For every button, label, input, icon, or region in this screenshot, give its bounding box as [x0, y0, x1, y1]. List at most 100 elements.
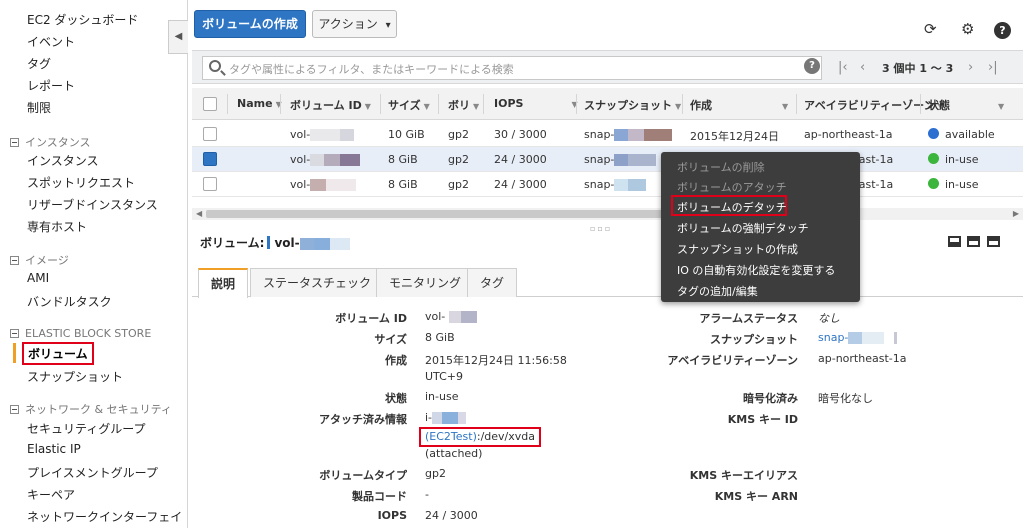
product-code-value: -	[425, 488, 429, 501]
sidebar-item-snapshots[interactable]: スナップショット	[27, 368, 123, 385]
created-label: 作成	[385, 354, 407, 367]
tab-status-checks[interactable]: ステータスチェック	[250, 268, 385, 297]
select-all-checkbox[interactable]	[203, 97, 217, 111]
kms-key-arn-label: KMS キー ARN	[714, 490, 798, 503]
sidebar-item-placement-groups[interactable]: プレイスメントグループ	[27, 464, 158, 481]
filter-bar: タグや属性によるフィルタ、またはキーワードによる検索 ? |‹ ‹ 3 個中 1…	[192, 50, 1023, 84]
sidebar-item-reports[interactable]: レポート	[27, 77, 75, 94]
iops-cell: 24 / 3000	[494, 153, 547, 166]
sidebar-group-images[interactable]: イメージ	[10, 252, 69, 268]
sidebar-group-ebs[interactable]: ELASTIC BLOCK STORE	[10, 327, 151, 340]
actions-button[interactable]: アクション ▾	[312, 10, 397, 38]
attached-instance-link[interactable]: (EC2Test)	[425, 430, 477, 443]
menu-item-delete-volume[interactable]: ボリュームの削除	[677, 159, 765, 175]
attachment-detail[interactable]: (EC2Test):/dev/xvda	[419, 427, 541, 447]
column-iops[interactable]: IOPS ▼	[494, 97, 578, 110]
sidebar-item-ec2-dashboard[interactable]: EC2 ダッシュボード	[27, 11, 138, 28]
az-cell: ap-northeast-1a	[804, 128, 893, 141]
prev-page-icon[interactable]: ‹	[860, 60, 865, 75]
tab-tags[interactable]: タグ	[467, 268, 518, 297]
menu-item-add-edit-tags[interactable]: タグの追加/編集	[677, 283, 758, 299]
sidebar-group-instances[interactable]: インスタンス	[10, 134, 91, 150]
search-input[interactable]: タグや属性によるフィルタ、またはキーワードによる検索	[202, 56, 822, 80]
sidebar-item-instances[interactable]: インスタンス	[27, 152, 99, 169]
menu-item-force-detach-volume[interactable]: ボリュームの強制デタッチ	[677, 220, 809, 236]
panel-split-icon[interactable]	[967, 236, 980, 247]
volume-type-value: gp2	[425, 467, 446, 480]
last-page-icon[interactable]: ›|	[988, 60, 998, 75]
created-tz: UTC+9	[425, 370, 464, 383]
sidebar-item-key-pairs[interactable]: キーペア	[27, 486, 75, 503]
sidebar-item-dedicated-hosts[interactable]: 専有ホスト	[27, 218, 87, 235]
scroll-left-icon[interactable]: ◀	[196, 208, 202, 220]
size-label: サイズ	[374, 333, 407, 346]
az-label: アベイラビリティーゾーン	[667, 354, 798, 367]
size-cell: 10 GiB	[388, 128, 425, 141]
collapse-icon	[10, 138, 19, 147]
tab-description[interactable]: 説明	[198, 268, 249, 298]
column-state[interactable]: 状態 ▼	[928, 97, 1004, 113]
state-cell: in-use	[928, 153, 978, 166]
sidebar-item-tags[interactable]: タグ	[27, 55, 51, 72]
created-value: 2015年12月24日 11:56:58	[425, 354, 567, 367]
column-name[interactable]: Name ▼	[237, 97, 282, 110]
first-page-icon[interactable]: |‹	[838, 60, 848, 75]
search-help-icon[interactable]: ?	[804, 58, 820, 74]
iops-cell: 30 / 3000	[494, 128, 547, 141]
panel-bottom-icon[interactable]	[948, 236, 961, 247]
tab-monitoring[interactable]: モニタリング	[376, 268, 475, 297]
iops-cell: 24 / 3000	[494, 178, 547, 191]
sidebar-item-network-interfaces[interactable]: ネットワークインターフェイ	[27, 508, 182, 525]
column-volume-type[interactable]: ボリ ▼	[448, 97, 479, 113]
create-volume-button[interactable]: ボリュームの作成	[194, 10, 306, 38]
panel-top-icon[interactable]	[987, 236, 1000, 247]
menu-item-create-snapshot[interactable]: スナップショットの作成	[677, 241, 798, 257]
attachment-status: (attached)	[425, 447, 483, 460]
menu-item-attach-volume[interactable]: ボリュームのアタッチ	[677, 179, 787, 195]
gear-icon[interactable]: ⚙	[961, 20, 974, 38]
volume-id-cell: vol-	[290, 153, 361, 166]
sidebar-item-limits[interactable]: 制限	[27, 99, 51, 116]
refresh-icon[interactable]: ⟳	[924, 20, 937, 38]
sidebar-item-reserved-instances[interactable]: リザーブドインスタンス	[27, 196, 158, 213]
type-cell: gp2	[448, 128, 469, 141]
state-dot	[928, 153, 939, 164]
sidebar-group-network-security[interactable]: ネットワーク & セキュリティ	[10, 401, 172, 417]
row-checkbox[interactable]	[203, 177, 217, 191]
snapshot-value[interactable]: snap-	[818, 331, 898, 344]
next-page-icon[interactable]: ›	[968, 60, 973, 75]
sidebar-item-ami[interactable]: AMI	[27, 271, 49, 285]
encryption-label: 暗号化済み	[743, 392, 798, 405]
table-row[interactable]: vol- 10 GiB gp2 30 / 3000 snap- 2015年12月…	[192, 122, 1023, 147]
sidebar-item-spot-requests[interactable]: スポットリクエスト	[27, 174, 135, 191]
table-row[interactable]: vol- 8 GiB gp2 24 / 3000 snap- heast-1a …	[192, 147, 1023, 172]
column-volume-id[interactable]: ボリューム ID ▼	[290, 97, 371, 113]
row-checkbox[interactable]	[203, 127, 217, 141]
volume-id-cell: vol-	[290, 178, 357, 191]
menu-item-change-auto-enable-io[interactable]: IO の自動有効化設定を変更する	[677, 262, 835, 278]
snapshot-cell: snap-	[584, 178, 647, 191]
horizontal-scrollbar[interactable]: ◀ ▶	[192, 208, 1023, 220]
column-availability-zone[interactable]: アベイラビリティーゾーン ▼	[804, 97, 944, 113]
pager-text: 3 個中 1 ～ 3	[882, 62, 954, 75]
scroll-right-icon[interactable]: ▶	[1013, 208, 1019, 220]
help-icon[interactable]: ?	[994, 22, 1011, 39]
sidebar-item-elastic-ip[interactable]: Elastic IP	[27, 442, 81, 456]
grid-header: Name ▼ ボリューム ID ▼ サイズ ▼ ボリ ▼ IOPS ▼ スナップショット ▼…	[192, 88, 1023, 120]
product-code-label: 製品コード	[352, 490, 407, 503]
resize-handle-icon[interactable]: ▫▫▫	[590, 224, 612, 233]
column-snapshot[interactable]: スナップショット ▼	[584, 97, 681, 113]
active-indicator	[13, 343, 16, 363]
sidebar-collapse-button[interactable]: ◀	[168, 20, 188, 54]
sidebar-item-security-groups[interactable]: セキュリティグループ	[27, 420, 146, 437]
column-size[interactable]: サイズ ▼	[388, 97, 430, 113]
detail-title: ボリューム: vol-	[200, 234, 350, 251]
sidebar-item-volumes[interactable]: ボリューム	[22, 342, 94, 365]
sidebar-item-events[interactable]: イベント	[27, 33, 75, 50]
menu-item-detach-volume[interactable]: ボリュームのデタッチ	[677, 199, 787, 215]
row-checkbox[interactable]	[203, 152, 217, 166]
table-row[interactable]: vol- 8 GiB gp2 24 / 3000 snap- heast-1a …	[192, 172, 1023, 197]
column-created[interactable]: 作成 ▼	[690, 97, 788, 113]
snapshot-cell: snap-	[584, 153, 657, 166]
sidebar-item-bundle-tasks[interactable]: バンドルタスク	[27, 293, 112, 310]
